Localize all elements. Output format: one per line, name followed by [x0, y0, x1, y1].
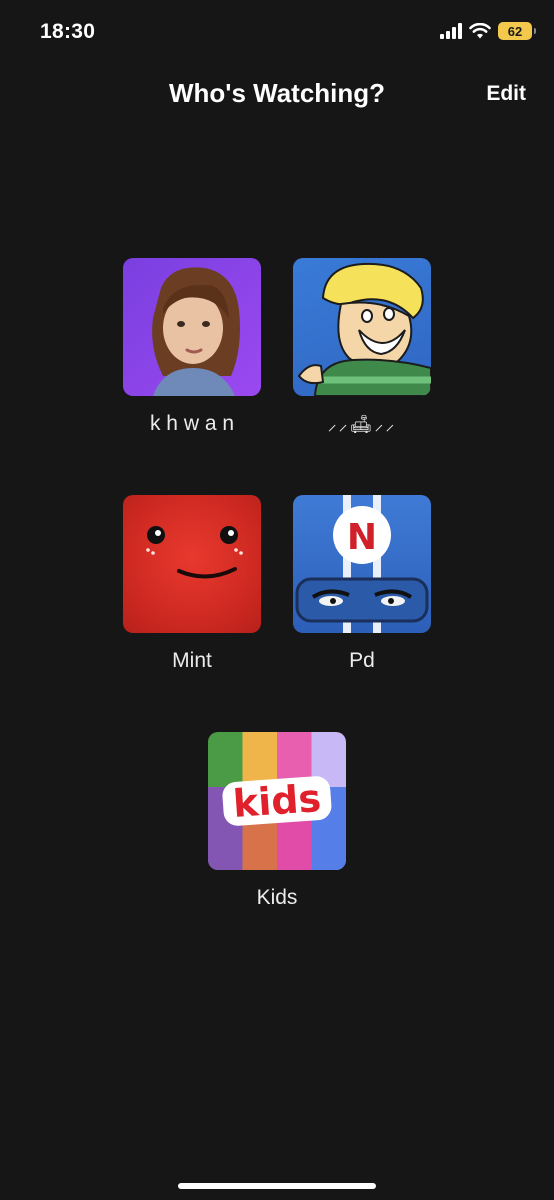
status-time: 18:30: [40, 20, 96, 43]
status-icons: 62: [440, 22, 536, 40]
profile-mint[interactable]: Mint: [123, 495, 261, 673]
profile-pd[interactable]: N Pd: [293, 495, 431, 673]
profile-name: ⸝⸝🛋⸝⸝: [327, 414, 397, 434]
n-helmet-avatar[interactable]: N: [293, 495, 431, 633]
red-monster-face: [146, 526, 243, 579]
home-indicator[interactable]: [178, 1183, 376, 1189]
kids-avatar[interactable]: kids: [208, 732, 346, 870]
cartoon-image: [297, 262, 431, 396]
profile-name: k h w a n: [149, 412, 235, 435]
cartoon-avatar[interactable]: [293, 258, 431, 396]
profile-sofa[interactable]: ⸝⸝🛋⸝⸝: [293, 258, 431, 436]
battery-icon: 62: [498, 22, 536, 40]
profile-name: Mint: [172, 649, 212, 672]
profile-name: Pd: [349, 649, 375, 672]
portrait-avatar[interactable]: [123, 258, 261, 396]
profile-name: Kids: [256, 886, 298, 909]
signal-icon: [440, 23, 462, 39]
status-bar: 18:30 62: [0, 0, 554, 66]
portrait-image: [152, 267, 240, 396]
wifi-icon: [469, 23, 491, 39]
edit-button[interactable]: Edit: [486, 82, 526, 106]
battery-level: 62: [507, 23, 523, 39]
kids-logo: kids: [221, 775, 333, 827]
svg-text:N: N: [347, 517, 377, 558]
n-helmet-image: N: [295, 495, 429, 633]
page-title: Who's Watching?: [168, 78, 386, 108]
profile-kids[interactable]: kids Kids: [208, 732, 346, 910]
profile-khwan[interactable]: k h w a n: [123, 258, 261, 436]
red-monster-avatar[interactable]: [123, 495, 261, 633]
